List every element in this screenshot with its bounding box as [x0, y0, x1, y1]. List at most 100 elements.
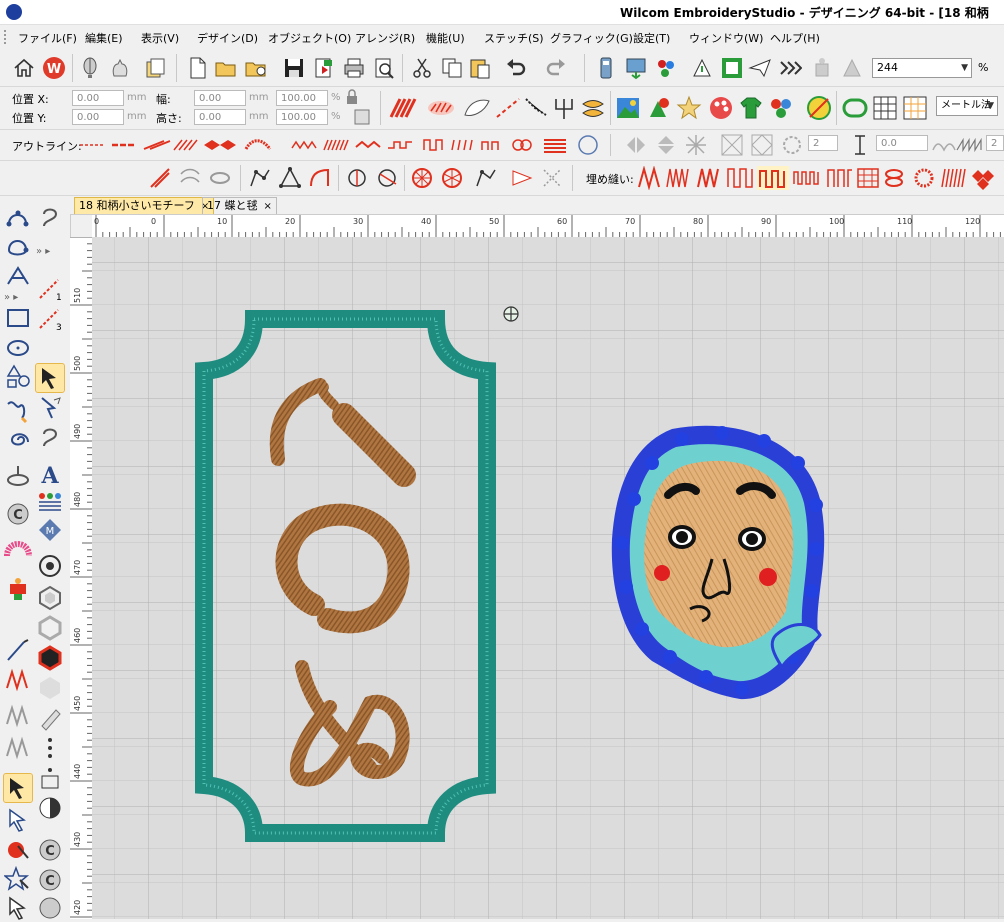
export-machine-icon[interactable] — [624, 56, 648, 80]
hook-tool-icon[interactable] — [36, 204, 64, 232]
curve-tool-icon[interactable] — [178, 166, 202, 190]
menu-settings[interactable]: 設定(T) — [633, 30, 670, 46]
fill-stitch-types[interactable] — [636, 166, 1000, 190]
wreath-icon[interactable] — [780, 133, 804, 157]
menu-edit[interactable]: 編集(E) — [85, 30, 123, 46]
hoop-disabled-icon[interactable] — [840, 56, 864, 80]
close-icon[interactable]: × — [264, 201, 272, 212]
app-icon[interactable] — [6, 4, 22, 20]
sawtooth-icon[interactable] — [956, 138, 982, 152]
menu-window[interactable]: ウィンドウ(W) — [689, 30, 763, 46]
closed-shape-icon[interactable] — [842, 95, 868, 121]
grid-icon[interactable] — [872, 95, 898, 121]
menu-object[interactable]: オブジェクト(O) — [268, 30, 351, 46]
menu-view[interactable]: 表示(V) — [141, 30, 179, 46]
stitch-player-icon[interactable] — [690, 56, 714, 80]
menu-help[interactable]: ヘルプ(H) — [770, 30, 820, 46]
appliqué-icon[interactable] — [4, 536, 32, 564]
circle-c-b-icon[interactable]: C — [36, 836, 64, 864]
thread-colors-icon[interactable] — [768, 95, 794, 121]
menu-graphics[interactable]: グラフィック(G) — [550, 30, 633, 46]
apply-size-icon[interactable] — [352, 107, 372, 127]
print-icon[interactable] — [342, 56, 366, 80]
leaf-shape-icon[interactable] — [462, 95, 492, 121]
circle-c-c-icon[interactable]: C — [36, 866, 64, 894]
stitch-angle-icon[interactable] — [510, 166, 534, 190]
select-tool-active[interactable] — [35, 363, 65, 393]
no-color-icon[interactable] — [806, 95, 832, 121]
expand-arrows[interactable]: » ▸ — [36, 246, 64, 264]
quad-mirror-icon[interactable] — [720, 133, 744, 157]
fish-fill-icon[interactable] — [580, 95, 606, 121]
print-preview-icon[interactable] — [372, 56, 396, 80]
outline-spin-1[interactable]: 2 — [808, 135, 838, 151]
ring-tool-icon[interactable] — [208, 166, 232, 190]
fork-stitch-icon[interactable] — [552, 95, 576, 121]
line-1-icon[interactable]: 1 — [36, 274, 64, 302]
home-icon[interactable] — [12, 56, 36, 80]
team-names-icon[interactable] — [36, 488, 64, 516]
reshape-nodes-icon[interactable] — [248, 166, 272, 190]
tab-18[interactable]: 18 和柄小さいモチーフ × — [74, 197, 215, 214]
design-canvas[interactable] — [92, 237, 1004, 919]
entry-exit-icon[interactable] — [540, 166, 564, 190]
star-icon[interactable] — [676, 95, 702, 121]
outline-stitch-types[interactable] — [78, 134, 590, 156]
wilcom-logo-icon[interactable]: W — [42, 56, 66, 80]
color-select-icon[interactable] — [4, 836, 32, 864]
outline-spin-2[interactable]: 0.0 — [876, 135, 928, 151]
picture-icon[interactable] — [616, 95, 640, 121]
tab-17[interactable]: 17 蝶と毬 × — [202, 197, 277, 214]
rectangle-icon[interactable] — [4, 304, 32, 332]
height-field[interactable]: 0.00 — [194, 109, 246, 125]
pos-y-field[interactable]: 0.00 — [72, 109, 124, 125]
send-to-machine-icon[interactable] — [594, 56, 618, 80]
diamond-mirror-icon[interactable] — [750, 133, 774, 157]
hook-tool-b-icon[interactable] — [36, 424, 64, 452]
hexagon-outline-icon[interactable] — [36, 584, 64, 612]
lettering-icon[interactable]: A — [36, 460, 64, 488]
stitch-path-icon[interactable] — [524, 95, 548, 121]
paste-icon[interactable] — [468, 56, 492, 80]
monogram-icon[interactable]: M — [36, 516, 64, 544]
outline-spin-3[interactable]: 2 — [986, 135, 1004, 151]
running-stitch-icon[interactable] — [494, 95, 522, 121]
paper-plane-icon[interactable] — [748, 56, 772, 80]
show-design-icon[interactable] — [720, 56, 744, 80]
hexagon-red-icon[interactable] — [36, 644, 64, 672]
menu-arrange[interactable]: アレンジ(R) — [355, 30, 415, 46]
measure-mode-combo[interactable]: メートル法 ▼ — [936, 96, 998, 116]
height-adjust-icon[interactable] — [848, 133, 872, 157]
target-icon[interactable] — [36, 552, 64, 580]
mirror-horizontal-icon[interactable] — [624, 133, 648, 157]
crescent-icon[interactable] — [576, 133, 600, 157]
digitize-input-a-icon[interactable] — [4, 204, 32, 232]
copy-icon[interactable] — [440, 56, 464, 80]
hand-tool-icon[interactable] — [108, 56, 132, 80]
pos-x-field[interactable]: 0.00 — [72, 90, 124, 106]
travel-forward-icon[interactable] — [778, 56, 802, 80]
arc-node-icon[interactable] — [308, 166, 332, 190]
redo-icon[interactable] — [544, 56, 568, 80]
circle-c-d-icon[interactable] — [36, 894, 64, 922]
reshape-tool-icon[interactable] — [36, 394, 64, 422]
ellipse-icon[interactable] — [4, 334, 32, 362]
menu-file[interactable]: ファイル(F) — [18, 30, 77, 46]
radial-fill-icon[interactable] — [410, 166, 434, 190]
menu-design[interactable]: デザイン(D) — [197, 30, 258, 46]
pen-line-icon[interactable] — [4, 636, 32, 664]
zigzag-gray-icon[interactable] — [4, 702, 32, 730]
multi-document-icon[interactable] — [144, 56, 168, 80]
dots-icon[interactable] — [36, 734, 64, 762]
star-select-icon[interactable] — [4, 866, 32, 894]
scale-y-field[interactable]: 100.00 — [276, 109, 328, 125]
split-icon[interactable] — [376, 166, 400, 190]
color-sequence-icon[interactable] — [654, 56, 678, 80]
digitize-input-c-icon[interactable] — [4, 262, 32, 290]
half-circle-icon[interactable] — [36, 794, 64, 822]
line-3-icon[interactable]: 3 — [36, 304, 64, 332]
mirror-vertical-icon[interactable] — [654, 133, 678, 157]
new-file-icon[interactable] — [186, 56, 210, 80]
node-shape-icon[interactable] — [278, 166, 302, 190]
turning-stitch-icon[interactable] — [474, 166, 498, 190]
